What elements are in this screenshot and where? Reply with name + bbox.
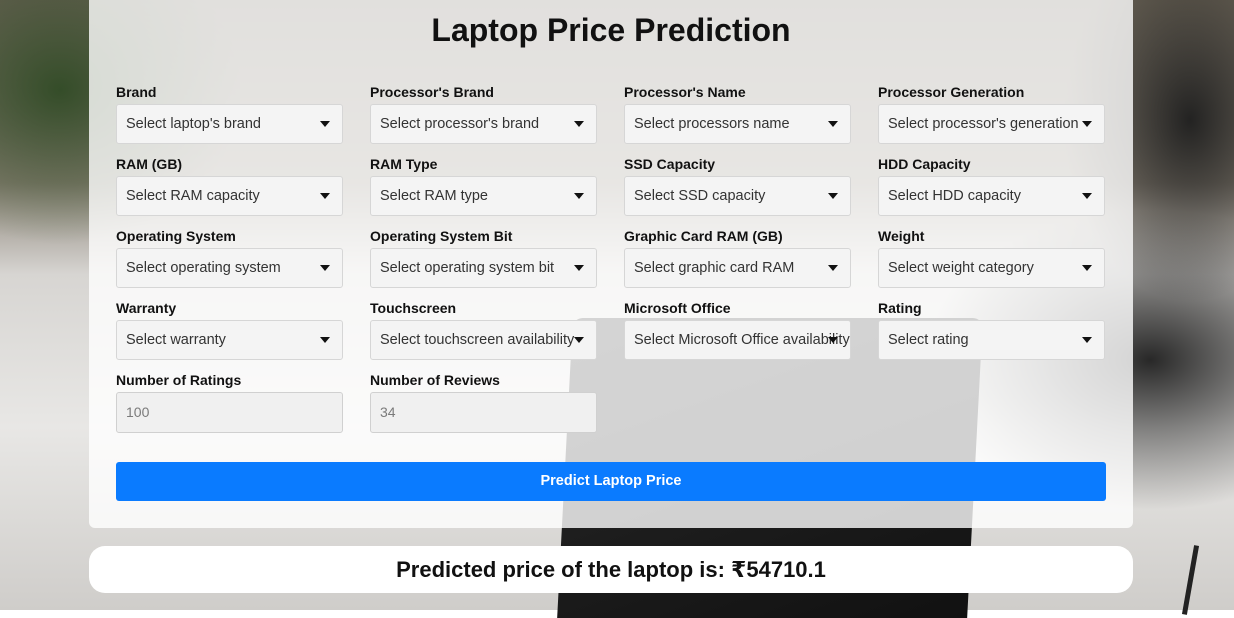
weight-select[interactable]: Select weight category <box>878 248 1105 288</box>
microsoft-office-select[interactable]: Select Microsoft Office availability <box>624 320 851 360</box>
operating-system-label: Operating System <box>116 228 236 244</box>
number-of-ratings-field: Number of Ratings 100 <box>116 371 343 433</box>
caret-down-icon <box>574 193 584 199</box>
processor-brand-select-text: Select processor's brand <box>380 116 540 132</box>
caret-down-icon <box>1082 121 1092 127</box>
caret-down-icon <box>574 265 584 271</box>
graphic-card-ram-select[interactable]: Select graphic card RAM <box>624 248 851 288</box>
touchscreen-field: Touchscreen Select touchscreen availabil… <box>370 299 597 360</box>
ssd-capacity-label: SSD Capacity <box>624 156 716 172</box>
processor-name-select[interactable]: Select processors name <box>624 104 851 144</box>
processor-generation-label: Processor Generation <box>878 84 1025 100</box>
hdd-capacity-field: HDD Capacity Select HDD capacity <box>878 155 1105 216</box>
ssd-capacity-field: SSD Capacity Select SSD capacity <box>624 155 851 216</box>
number-of-reviews-input[interactable]: 34 <box>370 392 597 433</box>
caret-down-icon <box>320 121 330 127</box>
ram-type-select[interactable]: Select RAM type <box>370 176 597 216</box>
brand-select[interactable]: Select laptop's brand <box>116 104 343 144</box>
caret-down-icon <box>1082 193 1092 199</box>
ssd-capacity-select[interactable]: Select SSD capacity <box>624 176 851 216</box>
processor-name-select-text: Select processors name <box>634 116 790 132</box>
caret-down-icon <box>1082 265 1092 271</box>
processor-brand-select[interactable]: Select processor's brand <box>370 104 597 144</box>
hdd-capacity-label: HDD Capacity <box>878 156 971 172</box>
ram-type-field: RAM Type Select RAM type <box>370 155 597 216</box>
processor-name-label: Processor's Name <box>624 84 746 100</box>
processor-brand-label: Processor's Brand <box>370 84 494 100</box>
ram-type-label: RAM Type <box>370 156 438 172</box>
caret-down-icon <box>574 121 584 127</box>
ram-type-select-text: Select RAM type <box>380 188 488 204</box>
weight-field: Weight Select weight category <box>878 227 1105 288</box>
brand-field: Brand Select laptop's brand <box>116 83 343 144</box>
rating-label: Rating <box>878 300 922 316</box>
prediction-form-card: Laptop Price Prediction Brand Select lap… <box>89 0 1133 528</box>
prediction-result: Predicted price of the laptop is: ₹54710… <box>89 546 1133 593</box>
number-of-reviews-field: Number of Reviews 34 <box>370 371 597 433</box>
warranty-select[interactable]: Select warranty <box>116 320 343 360</box>
hdd-capacity-select-text: Select HDD capacity <box>888 188 1021 204</box>
number-of-reviews-label: Number of Reviews <box>370 372 500 388</box>
ram-label: RAM (GB) <box>116 156 183 172</box>
os-bit-label: Operating System Bit <box>370 228 513 244</box>
graphic-card-ram-label: Graphic Card RAM (GB) <box>624 228 783 244</box>
ram-select[interactable]: Select RAM capacity <box>116 176 343 216</box>
touchscreen-label: Touchscreen <box>370 300 457 316</box>
warranty-field: Warranty Select warranty <box>116 299 343 360</box>
brand-select-text: Select laptop's brand <box>126 116 261 132</box>
weight-select-text: Select weight category <box>888 260 1034 276</box>
predict-price-button[interactable]: Predict Laptop Price <box>116 462 1106 501</box>
processor-generation-field: Processor Generation Select processor's … <box>878 83 1105 144</box>
os-bit-select[interactable]: Select operating system bit <box>370 248 597 288</box>
caret-down-icon <box>828 337 838 343</box>
graphic-card-ram-field: Graphic Card RAM (GB) Select graphic car… <box>624 227 851 288</box>
caret-down-icon <box>320 337 330 343</box>
operating-system-field: Operating System Select operating system <box>116 227 343 288</box>
brand-label: Brand <box>116 84 157 100</box>
rating-select[interactable]: Select rating <box>878 320 1105 360</box>
operating-system-select[interactable]: Select operating system <box>116 248 343 288</box>
os-bit-field: Operating System Bit Select operating sy… <box>370 227 597 288</box>
graphic-card-ram-select-text: Select graphic card RAM <box>634 260 795 276</box>
weight-label: Weight <box>878 228 925 244</box>
processor-name-field: Processor's Name Select processors name <box>624 83 851 144</box>
microsoft-office-field: Microsoft Office Select Microsoft Office… <box>624 299 851 360</box>
operating-system-select-text: Select operating system <box>126 260 281 276</box>
rating-select-text: Select rating <box>888 332 969 348</box>
rating-field: Rating Select rating <box>878 299 1105 360</box>
caret-down-icon <box>828 265 838 271</box>
number-of-ratings-input[interactable]: 100 <box>116 392 343 433</box>
hdd-capacity-select[interactable]: Select HDD capacity <box>878 176 1105 216</box>
caret-down-icon <box>320 193 330 199</box>
caret-down-icon <box>574 337 584 343</box>
touchscreen-select[interactable]: Select touchscreen availability <box>370 320 597 360</box>
warranty-label: Warranty <box>116 300 177 316</box>
os-bit-select-text: Select operating system bit <box>380 260 555 276</box>
page-title: Laptop Price Prediction <box>431 12 791 48</box>
ram-select-text: Select RAM capacity <box>126 188 260 204</box>
ram-field: RAM (GB) Select RAM capacity <box>116 155 343 216</box>
caret-down-icon <box>828 193 838 199</box>
caret-down-icon <box>828 121 838 127</box>
caret-down-icon <box>320 265 330 271</box>
microsoft-office-label: Microsoft Office <box>624 300 731 316</box>
number-of-ratings-label: Number of Ratings <box>116 372 242 388</box>
processor-brand-field: Processor's Brand Select processor's bra… <box>370 83 597 144</box>
processor-generation-select-text: Select processor's generation <box>888 116 1079 132</box>
microsoft-office-select-text: Select Microsoft Office availability <box>634 332 850 348</box>
processor-generation-select[interactable]: Select processor's generation <box>878 104 1105 144</box>
warranty-select-text: Select warranty <box>126 332 226 348</box>
ssd-capacity-select-text: Select SSD capacity <box>634 188 766 204</box>
caret-down-icon <box>1082 337 1092 343</box>
touchscreen-select-text: Select touchscreen availability <box>380 332 575 348</box>
